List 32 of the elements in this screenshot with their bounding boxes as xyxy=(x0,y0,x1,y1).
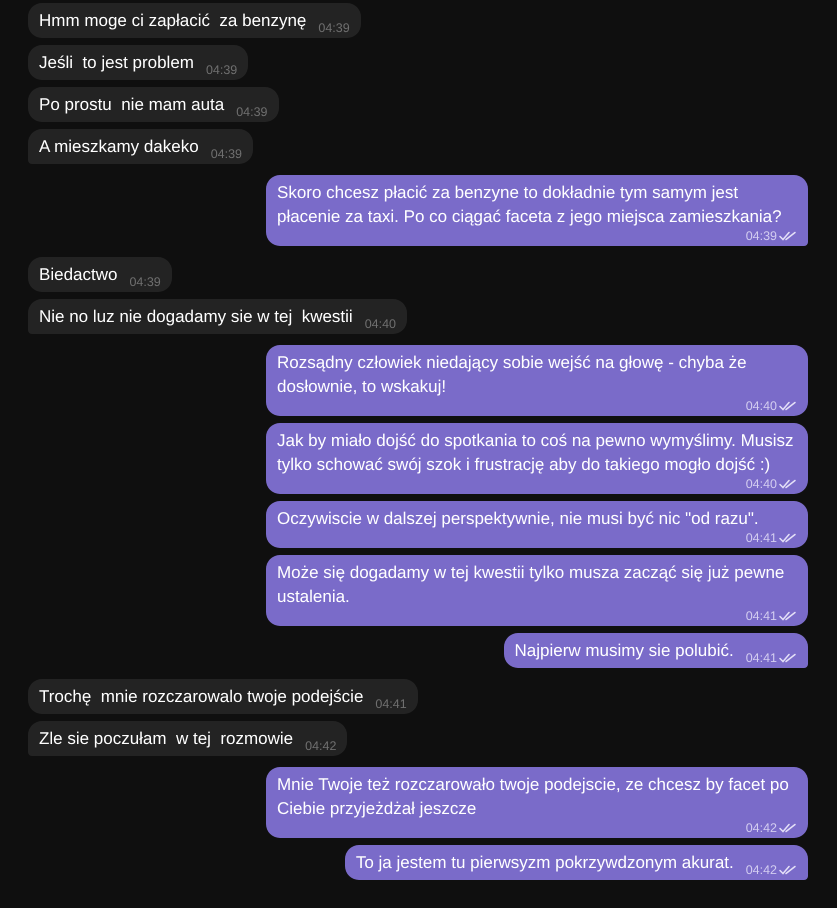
message-time: 04:40 xyxy=(746,477,777,491)
message-time: 04:41 xyxy=(375,697,407,711)
message-text: Jak by miało dojść do spotkania to coś na pewno wymyślimy. Musisz tylko schować swój szok i frustrację aby do takiego mogło dojść :) xyxy=(277,430,794,476)
message-time: 04:39 xyxy=(206,63,238,77)
message-time: 04:42 xyxy=(746,863,777,877)
message-text: Trochę mnie rozczarowalo twoje podejście xyxy=(39,686,364,708)
message-time: 04:39 xyxy=(236,105,268,119)
message-text: Może się dogadamy w tej kwestii tylko musza zacząć się już pewne ustalenia. xyxy=(277,562,786,608)
message-time: 04:41 xyxy=(746,531,777,545)
message-time: 04:41 xyxy=(746,651,777,665)
message-text: Zle sie poczułam w tej rozmowie xyxy=(39,728,294,750)
message-text: Rozsądny człowiek niedający sobie wejść na głowę - chyba że dosłownie, to wskakuj! xyxy=(277,352,748,398)
message-text: Oczywiscie w dalszej perspektywnie, nie musi być nic "od razu". xyxy=(277,508,759,530)
message-time: 04:39 xyxy=(210,147,242,161)
message-text: Hmm moge ci zapłacić za benzynę xyxy=(39,10,306,32)
message-text: To ja jestem tu pierwsyzm pokrzywdzonym akurat. xyxy=(356,852,734,874)
message-text: Po prostu nie mam auta xyxy=(39,94,224,116)
message-time: 04:42 xyxy=(746,821,777,835)
message-text: Skoro chcesz płacić za benzyne to dokładnie tym samym jest płacenie za taxi. Po co ciągać faceta z jego miejsca zamieszkania? xyxy=(277,182,783,228)
message-time: 04:40 xyxy=(746,399,777,413)
message-time: 04:39 xyxy=(746,229,777,243)
message-time: 04:41 xyxy=(746,609,777,623)
message-text: Nie no luz nie dogadamy sie w tej kwestii xyxy=(39,306,353,328)
message-text: A mieszkamy dakeko xyxy=(39,136,199,158)
message-time: 04:42 xyxy=(305,739,336,753)
message-text: Mnie Twoje też rozczarowało twoje podejscie, ze chcesz by facet po Ciebie przyjeżdżał jeszcze xyxy=(277,774,790,820)
message-text: Najpierw musimy sie polubić. xyxy=(514,640,734,662)
message-time: 04:40 xyxy=(364,317,396,331)
message-time: 04:39 xyxy=(318,21,350,35)
message-text: Biedactwo xyxy=(39,264,118,286)
message-text: Jeśli to jest problem xyxy=(39,52,194,74)
message-time: 04:39 xyxy=(129,275,161,289)
